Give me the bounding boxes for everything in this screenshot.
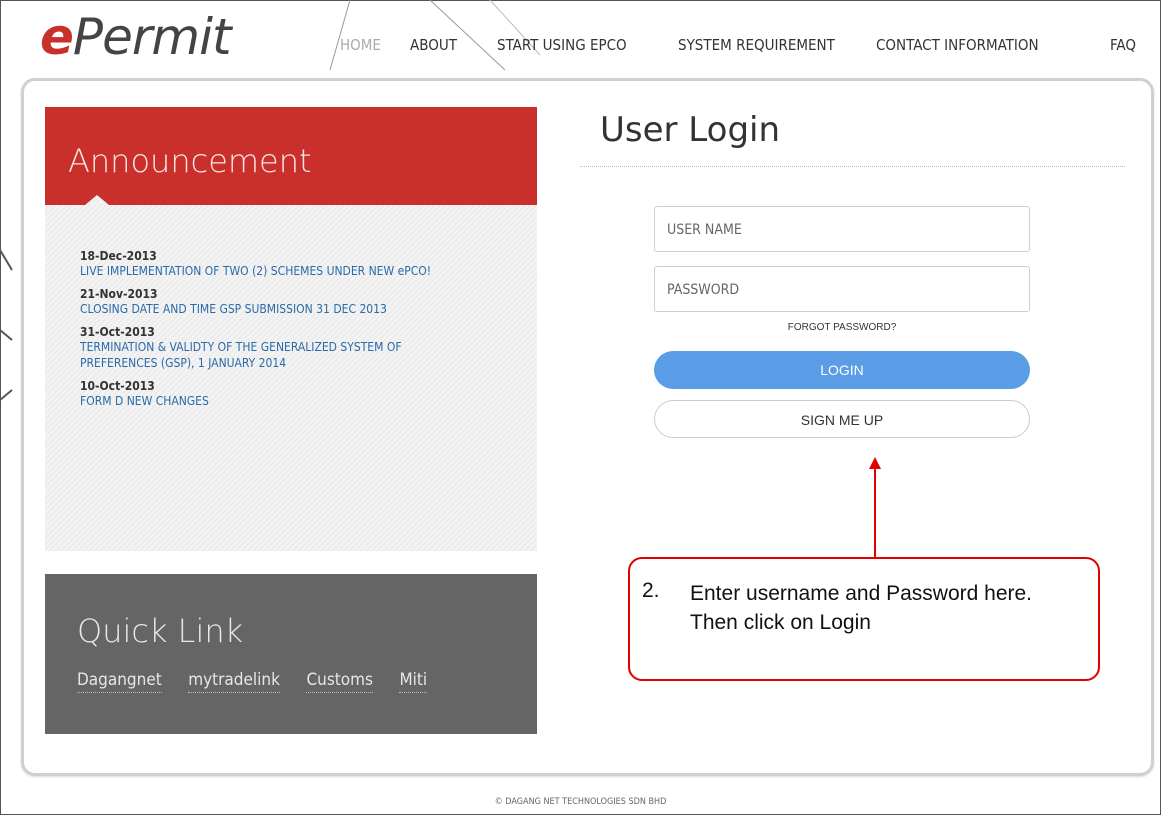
nav-faq[interactable]: FAQ — [1110, 36, 1136, 54]
logo-rest: Permit — [72, 8, 232, 66]
announcement-date: 31-Oct-2013 — [80, 325, 155, 339]
nav-system-requirement[interactable]: SYSTEM REQUIREMENT — [678, 36, 835, 54]
list-item: 10-Oct-2013 FORM D NEW CHANGES — [80, 379, 520, 409]
list-item: 31-Oct-2013 TERMINATION & VALIDTY OF THE… — [80, 325, 520, 371]
quicklink-mytradelink[interactable]: mytradelink — [188, 670, 280, 693]
quicklink-list: Dagangnet mytradelink Customs Miti — [77, 670, 449, 693]
nav-about[interactable]: ABOUT — [410, 36, 457, 54]
quicklink-miti[interactable]: Miti — [399, 670, 428, 693]
callout-arrow — [869, 457, 881, 557]
footer-copyright: © DAGANG NET TECHNOLOGIES SDN BHD — [494, 797, 667, 807]
callout-text: Enter username and Password here. Then c… — [690, 582, 1033, 634]
announcement-header: Announcement — [45, 107, 537, 205]
nav-contact-information[interactable]: CONTACT INFORMATION — [876, 36, 1039, 54]
announcement-link[interactable]: FORM D NEW CHANGES — [80, 393, 520, 409]
announcement-date: 21-Nov-2013 — [80, 287, 158, 301]
announcement-link[interactable]: TERMINATION & VALIDTY OF THE GENERALIZED… — [80, 339, 480, 371]
announcement-title: Announcement — [68, 142, 312, 180]
login-title: User Login — [600, 110, 781, 150]
instruction-callout: 2. Enter username and Password here. The… — [628, 557, 1100, 681]
announcement-link[interactable]: LIVE IMPLEMENTATION OF TWO (2) SCHEMES U… — [80, 263, 520, 279]
announcement-list: 18-Dec-2013 LIVE IMPLEMENTATION OF TWO (… — [80, 249, 520, 417]
signup-button[interactable]: SIGN ME UP — [654, 400, 1030, 438]
epermit-logo[interactable]: ePermit — [40, 12, 232, 62]
logo-prefix: e — [40, 8, 74, 66]
nav-start-using-epco[interactable]: START USING EPCO — [497, 36, 627, 54]
list-item: 21-Nov-2013 CLOSING DATE AND TIME GSP SU… — [80, 287, 520, 317]
username-input[interactable]: USER NAME — [654, 206, 1030, 252]
list-item: 18-Dec-2013 LIVE IMPLEMENTATION OF TWO (… — [80, 249, 520, 279]
callout-number: 2. — [642, 579, 660, 602]
announcement-pointer — [85, 195, 109, 205]
quicklink-box: Quick Link Dagangnet mytradelink Customs… — [45, 574, 537, 734]
quicklink-title: Quick Link — [77, 612, 244, 650]
quicklink-customs[interactable]: Customs — [306, 670, 374, 693]
forgot-password-link[interactable]: FORGOT PASSWORD? — [654, 322, 1030, 333]
announcement-date: 18-Dec-2013 — [80, 249, 157, 263]
nav-home[interactable]: HOME — [340, 36, 381, 54]
login-divider — [580, 166, 1125, 167]
login-button[interactable]: LOGIN — [654, 351, 1030, 389]
announcement-box: Announcement 18-Dec-2013 LIVE IMPLEMENTA… — [45, 107, 537, 551]
announcement-date: 10-Oct-2013 — [80, 379, 155, 393]
quicklink-dagangnet[interactable]: Dagangnet — [77, 670, 162, 693]
announcement-link[interactable]: CLOSING DATE AND TIME GSP SUBMISSION 31 … — [80, 301, 520, 317]
password-input[interactable]: PASSWORD — [654, 266, 1030, 312]
